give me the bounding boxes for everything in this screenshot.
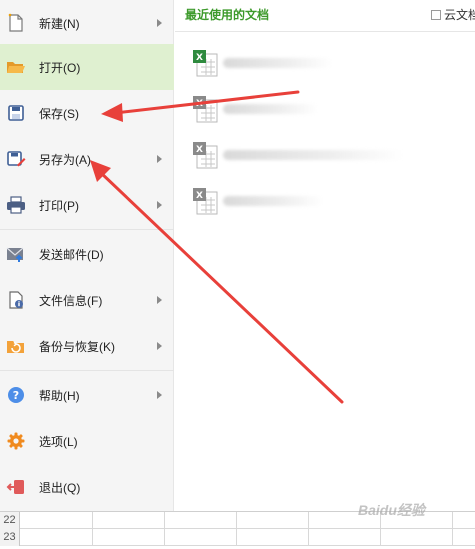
grid-row: 23 bbox=[0, 529, 475, 546]
menu-item-new-label: 新建(N) bbox=[39, 16, 80, 31]
menu-item-new[interactable]: 新建(N) bbox=[0, 0, 174, 46]
column-line bbox=[452, 512, 453, 529]
new-file-icon bbox=[6, 13, 26, 33]
help-icon: ? bbox=[6, 385, 26, 405]
file-menu: 新建(N) 打开(O) 保存(S) 另存为(A) 打印(P) 发送邮件(D) 文… bbox=[0, 0, 174, 511]
recent-file-name bbox=[223, 150, 403, 160]
cloud-docs-toggle[interactable]: 云文档 bbox=[431, 6, 475, 23]
row-number: 22 bbox=[0, 512, 20, 529]
menu-item-backup-restore-label: 备份与恢复(K) bbox=[39, 339, 115, 354]
menu-item-options-label: 选项(L) bbox=[39, 434, 78, 449]
row-number: 23 bbox=[0, 529, 20, 546]
save-icon bbox=[6, 103, 26, 123]
recent-file-name bbox=[223, 58, 333, 68]
menu-divider bbox=[0, 370, 174, 371]
menu-item-print-label: 打印(P) bbox=[39, 198, 79, 213]
exit-icon bbox=[6, 477, 26, 497]
options-gear-icon bbox=[6, 431, 26, 451]
chevron-right-icon bbox=[157, 342, 162, 350]
column-line bbox=[92, 529, 93, 546]
menu-item-options[interactable]: 选项(L) bbox=[0, 418, 174, 464]
chevron-right-icon bbox=[157, 19, 162, 27]
svg-text:X: X bbox=[196, 53, 203, 63]
save-as-icon bbox=[6, 149, 26, 169]
baidu-watermark: Baidu经验 bbox=[358, 502, 425, 518]
recent-file-item[interactable]: X bbox=[193, 188, 453, 216]
spreadsheet-file-icon: X bbox=[193, 50, 219, 83]
spreadsheet-file-icon: X bbox=[193, 96, 219, 129]
send-mail-icon bbox=[6, 244, 26, 264]
svg-text:X: X bbox=[196, 191, 203, 201]
file-info-icon bbox=[6, 290, 26, 310]
column-line bbox=[308, 529, 309, 546]
column-line bbox=[164, 529, 165, 546]
recent-file-item[interactable]: X bbox=[193, 142, 453, 170]
recent-file-item[interactable]: X bbox=[193, 96, 453, 124]
spreadsheet-file-icon: X bbox=[193, 142, 219, 175]
menu-item-send-mail[interactable]: 发送邮件(D) bbox=[0, 231, 174, 277]
menu-item-open-label: 打开(O) bbox=[39, 60, 81, 75]
column-line bbox=[92, 512, 93, 529]
column-line bbox=[236, 529, 237, 546]
menu-item-save[interactable]: 保存(S) bbox=[0, 90, 174, 136]
menu-item-print[interactable]: 打印(P) bbox=[0, 182, 174, 228]
cloud-docs-checkbox[interactable] bbox=[431, 9, 441, 20]
recent-file-name bbox=[223, 104, 318, 114]
svg-text:X: X bbox=[196, 99, 203, 109]
chevron-right-icon bbox=[157, 155, 162, 163]
print-icon bbox=[6, 195, 26, 215]
svg-text:X: X bbox=[196, 145, 203, 155]
menu-item-open[interactable]: 打开(O) bbox=[0, 44, 174, 90]
menu-item-file-info[interactable]: 文件信息(F) bbox=[0, 277, 174, 323]
menu-item-exit[interactable]: 退出(Q) bbox=[0, 464, 174, 510]
menu-item-save-as-label: 另存为(A) bbox=[39, 152, 91, 167]
column-line bbox=[236, 512, 237, 529]
menu-item-send-mail-label: 发送邮件(D) bbox=[39, 247, 104, 262]
panel-divider bbox=[175, 31, 475, 32]
cloud-docs-label: 云文档 bbox=[444, 8, 475, 22]
column-line bbox=[380, 529, 381, 546]
backup-restore-icon bbox=[6, 336, 26, 356]
column-line bbox=[452, 529, 453, 546]
menu-item-backup-restore[interactable]: 备份与恢复(K) bbox=[0, 323, 174, 369]
chevron-right-icon bbox=[157, 391, 162, 399]
menu-item-help-label: 帮助(H) bbox=[39, 388, 80, 403]
column-line bbox=[308, 512, 309, 529]
recent-file-item[interactable]: X bbox=[193, 50, 453, 78]
menu-item-exit-label: 退出(Q) bbox=[39, 480, 81, 495]
column-line bbox=[164, 512, 165, 529]
chevron-right-icon bbox=[157, 296, 162, 304]
chevron-right-icon bbox=[157, 201, 162, 209]
recent-file-name bbox=[223, 196, 323, 206]
open-folder-icon bbox=[6, 57, 26, 77]
menu-item-help[interactable]: ? 帮助(H) bbox=[0, 372, 174, 418]
menu-divider bbox=[0, 229, 174, 230]
recent-documents-panel: 最近使用的文档 云文档 X X X X bbox=[175, 0, 475, 511]
menu-item-save-label: 保存(S) bbox=[39, 106, 79, 121]
menu-item-save-as[interactable]: 另存为(A) bbox=[0, 136, 174, 182]
svg-text:?: ? bbox=[13, 389, 19, 402]
menu-item-file-info-label: 文件信息(F) bbox=[39, 293, 103, 308]
recent-documents-title: 最近使用的文档 bbox=[185, 8, 270, 22]
spreadsheet-file-icon: X bbox=[193, 188, 219, 221]
